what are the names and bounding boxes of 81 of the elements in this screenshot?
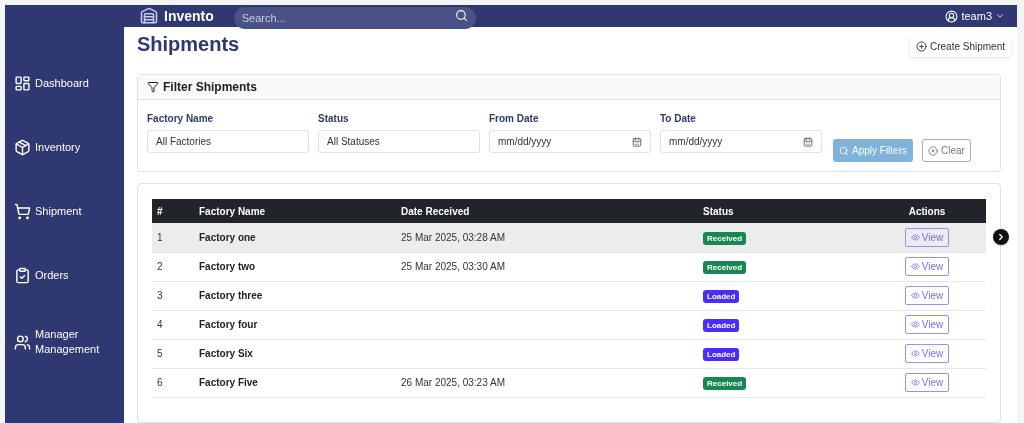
eye-icon xyxy=(910,291,920,300)
close-icon xyxy=(928,145,938,156)
eye-icon xyxy=(910,349,920,358)
user-menu[interactable]: team3 xyxy=(945,7,1005,25)
sidebar-item[interactable]: Orders xyxy=(14,263,124,287)
view-button[interactable]: View xyxy=(904,257,950,276)
table-row[interactable]: 3 Factory three Loaded View xyxy=(152,281,986,310)
table-cell: 25 Mar 2025, 03:30 AM xyxy=(396,252,698,281)
table-cell: 2 xyxy=(152,252,194,281)
sidebar-item[interactable]: Dashboard xyxy=(14,71,124,95)
view-button[interactable]: View xyxy=(904,344,950,363)
search-icon xyxy=(454,9,468,22)
column-header: Actions xyxy=(868,199,986,223)
table-row[interactable]: 2 Factory two 25 Mar 2025, 03:30 AM Received View xyxy=(152,252,986,281)
clear-button[interactable]: Clear xyxy=(922,139,971,162)
eye-icon xyxy=(910,378,920,387)
view-button[interactable]: View xyxy=(904,286,950,305)
status-badge: Loaded xyxy=(703,348,740,361)
table-row[interactable]: 6 Factory Five 26 Mar 2025, 03:23 AM Received View xyxy=(152,368,986,397)
table-row[interactable]: 1 Factory one 25 Mar 2025, 03:28 AM Received View xyxy=(152,223,986,252)
filter-title: Filter Shipments xyxy=(163,79,257,96)
table-cell: Factory Five xyxy=(194,368,396,397)
status-badge: Received xyxy=(703,377,747,390)
chevron-right-icon xyxy=(996,232,1006,242)
search-icon xyxy=(839,145,849,156)
field-label: To Date xyxy=(660,112,697,126)
cart-icon xyxy=(14,202,31,220)
field-label: Factory Name xyxy=(147,112,215,126)
search-field[interactable]: Search... xyxy=(233,7,476,29)
table-cell: 26 Mar 2025, 03:23 AM xyxy=(396,368,698,397)
view-button[interactable]: View xyxy=(904,373,950,392)
clipboard-icon xyxy=(14,266,31,284)
eye-icon xyxy=(910,320,920,329)
table-cell: 4 xyxy=(152,310,194,339)
view-button[interactable]: View xyxy=(904,227,950,247)
table-cell: Factory two xyxy=(194,252,396,281)
user-icon xyxy=(945,9,959,23)
table-cell: 1 xyxy=(152,223,194,252)
status-badge: Loaded xyxy=(703,290,740,303)
eye-icon xyxy=(910,232,920,242)
column-header: # xyxy=(152,199,194,223)
date-field[interactable]: mm/dd/yyyy xyxy=(660,130,822,153)
select-field[interactable]: All Factories xyxy=(147,130,309,153)
table-row[interactable]: 5 Factory Six Loaded View xyxy=(152,339,986,368)
status-badge: Received xyxy=(703,261,747,274)
date-field[interactable]: mm/dd/yyyy xyxy=(489,130,651,153)
dashboard-icon xyxy=(14,74,31,92)
table-cell: Factory Six xyxy=(194,339,396,368)
sidebar-item[interactable]: Manager Management xyxy=(14,327,124,357)
select-field[interactable]: All Statuses xyxy=(318,130,480,153)
column-header: Status xyxy=(698,199,868,223)
calendar-icon xyxy=(803,136,813,147)
sidebar-item[interactable]: Inventory xyxy=(14,135,124,159)
table-row[interactable]: 4 Factory four Loaded View xyxy=(152,310,986,339)
warehouse-icon xyxy=(140,7,158,25)
plus-icon xyxy=(915,40,927,52)
box-icon xyxy=(14,138,31,156)
calendar-icon xyxy=(632,136,642,147)
table-cell: Factory one xyxy=(194,223,396,252)
page-title: Shipments xyxy=(137,32,240,56)
users-icon xyxy=(14,333,31,351)
brand-name: Invento xyxy=(164,6,214,26)
table-cell: 3 xyxy=(152,281,194,310)
table-cell: 25 Mar 2025, 03:28 AM xyxy=(396,223,698,252)
status-badge: Loaded xyxy=(703,319,740,332)
create-shipment-button[interactable]: Create Shipment xyxy=(909,35,1011,57)
caret-icon xyxy=(995,11,1005,21)
eye-icon xyxy=(910,262,920,271)
table-cell: Factory four xyxy=(194,310,396,339)
table-cell: 6 xyxy=(152,368,194,397)
column-header: Factory Name xyxy=(194,199,396,223)
filter-icon xyxy=(147,81,159,93)
table-cell: 5 xyxy=(152,339,194,368)
field-label: Status xyxy=(318,112,350,126)
column-header: Date Received xyxy=(396,199,698,223)
view-button[interactable]: View xyxy=(904,315,950,334)
scroll-right-button[interactable] xyxy=(993,229,1009,245)
status-badge: Received xyxy=(703,231,747,245)
field-label: From Date xyxy=(489,112,540,126)
sidebar-item[interactable]: Shipment xyxy=(14,199,124,223)
table-cell: Factory three xyxy=(194,281,396,310)
